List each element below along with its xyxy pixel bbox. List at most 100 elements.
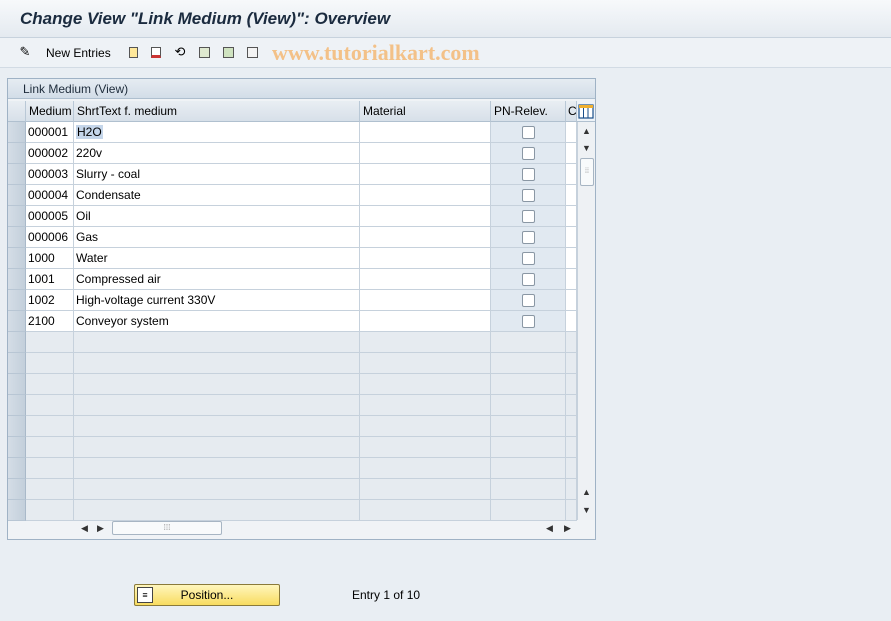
position-button[interactable]: ≡ Position... (134, 584, 280, 606)
scroll-right-end-icon[interactable]: ▶ (564, 523, 571, 534)
scroll-up-icon[interactable]: ▲ (582, 127, 591, 136)
cell-short-text[interactable]: Conveyor system (74, 311, 360, 332)
select-all-icon[interactable] (197, 45, 211, 59)
row-selector[interactable] (8, 269, 26, 290)
page-down-icon[interactable]: ▼ (582, 144, 591, 153)
cell-material[interactable] (360, 185, 491, 206)
cell-material[interactable] (360, 227, 491, 248)
cell-material[interactable] (360, 311, 491, 332)
cell-material[interactable] (360, 164, 491, 185)
select-block-icon[interactable] (221, 45, 235, 59)
cell-c[interactable] (566, 227, 577, 248)
cell-material[interactable] (360, 290, 491, 311)
pn-relev-checkbox[interactable] (522, 126, 535, 139)
display-change-icon[interactable]: ✎ (18, 45, 32, 59)
cell-pn-relev[interactable] (491, 269, 566, 290)
cell-c[interactable] (566, 269, 577, 290)
row-selector[interactable] (8, 206, 26, 227)
cell-medium[interactable]: 000004 (26, 185, 74, 206)
column-header-material[interactable]: Material (360, 101, 491, 122)
cell-medium[interactable]: 000006 (26, 227, 74, 248)
copy-as-icon[interactable] (126, 45, 140, 59)
cell-medium[interactable]: 000005 (26, 206, 74, 227)
column-settings-icon[interactable] (577, 101, 595, 122)
cell-pn-relev[interactable] (491, 227, 566, 248)
row-selector[interactable] (8, 311, 26, 332)
delete-icon[interactable] (149, 45, 163, 59)
scroll-down-icon[interactable]: ▼ (582, 506, 591, 515)
undo-change-icon[interactable]: ⟲ (173, 45, 187, 59)
horizontal-scroll-thumb[interactable]: ⁞⁞⁞ (112, 521, 222, 535)
cell-pn-relev[interactable] (491, 206, 566, 227)
cell-c[interactable] (566, 185, 577, 206)
column-header-c[interactable]: C (566, 101, 577, 122)
cell-material[interactable] (360, 269, 491, 290)
pn-relev-checkbox[interactable] (522, 210, 535, 223)
cell-c[interactable] (566, 143, 577, 164)
row-selector[interactable] (8, 395, 26, 416)
cell-medium[interactable]: 1002 (26, 290, 74, 311)
cell-medium[interactable]: 1000 (26, 248, 74, 269)
column-header-pn-relev[interactable]: PN-Relev. (491, 101, 566, 122)
pn-relev-checkbox[interactable] (522, 252, 535, 265)
pn-relev-checkbox[interactable] (522, 168, 535, 181)
cell-medium[interactable]: 000003 (26, 164, 74, 185)
pn-relev-checkbox[interactable] (522, 147, 535, 160)
row-selector[interactable] (8, 227, 26, 248)
select-all-header[interactable] (8, 101, 26, 122)
row-selector[interactable] (8, 416, 26, 437)
horizontal-scrollbar[interactable]: ◀ ▶ ⁞⁞⁞ ◀ ▶ (74, 519, 574, 537)
cell-material[interactable] (360, 122, 491, 143)
cell-material[interactable] (360, 248, 491, 269)
cell-short-text[interactable]: Slurry - coal (74, 164, 360, 185)
cell-pn-relev[interactable] (491, 143, 566, 164)
cell-short-text[interactable]: 220v (74, 143, 360, 164)
cell-pn-relev[interactable] (491, 290, 566, 311)
cell-short-text[interactable]: Oil (74, 206, 360, 227)
pn-relev-checkbox[interactable] (522, 189, 535, 202)
row-selector[interactable] (8, 185, 26, 206)
cell-c[interactable] (566, 248, 577, 269)
row-selector[interactable] (8, 500, 26, 521)
row-selector[interactable] (8, 122, 26, 143)
cell-pn-relev[interactable] (491, 248, 566, 269)
cell-short-text[interactable]: Compressed air (74, 269, 360, 290)
row-selector[interactable] (8, 332, 26, 353)
cell-pn-relev[interactable] (491, 311, 566, 332)
vertical-scrollbar[interactable]: ▲ ▼ ⁞⁞ ▲ ▼ (577, 122, 595, 520)
pn-relev-checkbox[interactable] (522, 315, 535, 328)
row-selector[interactable] (8, 164, 26, 185)
row-selector[interactable] (8, 458, 26, 479)
vertical-scroll-thumb[interactable]: ⁞⁞ (580, 158, 594, 186)
cell-medium[interactable]: 000002 (26, 143, 74, 164)
cell-medium[interactable]: 000001 (26, 122, 74, 143)
cell-short-text[interactable]: Condensate (74, 185, 360, 206)
cell-short-text[interactable]: Gas (74, 227, 360, 248)
scroll-left-icon[interactable]: ◀ (81, 523, 88, 534)
page-up-icon[interactable]: ▲ (582, 488, 591, 497)
cell-c[interactable] (566, 122, 577, 143)
scroll-left-end-icon[interactable]: ◀ (546, 523, 553, 534)
deselect-all-icon[interactable] (245, 45, 259, 59)
row-selector[interactable] (8, 479, 26, 500)
cell-medium[interactable]: 1001 (26, 269, 74, 290)
cell-c[interactable] (566, 164, 577, 185)
new-entries-button[interactable]: New Entries (46, 46, 111, 60)
column-header-medium[interactable]: Medium (26, 101, 74, 122)
cell-c[interactable] (566, 290, 577, 311)
row-selector[interactable] (8, 290, 26, 311)
pn-relev-checkbox[interactable] (522, 273, 535, 286)
cell-short-text[interactable]: High-voltage current 330V (74, 290, 360, 311)
cell-pn-relev[interactable] (491, 185, 566, 206)
cell-pn-relev[interactable] (491, 164, 566, 185)
pn-relev-checkbox[interactable] (522, 294, 535, 307)
pn-relev-checkbox[interactable] (522, 231, 535, 244)
row-selector[interactable] (8, 248, 26, 269)
cell-c[interactable] (566, 311, 577, 332)
row-selector[interactable] (8, 143, 26, 164)
cell-short-text[interactable]: Water (74, 248, 360, 269)
column-header-short-text[interactable]: ShrtText f. medium (74, 101, 360, 122)
row-selector[interactable] (8, 353, 26, 374)
cell-short-text[interactable]: H2O (74, 122, 360, 143)
cell-material[interactable] (360, 206, 491, 227)
